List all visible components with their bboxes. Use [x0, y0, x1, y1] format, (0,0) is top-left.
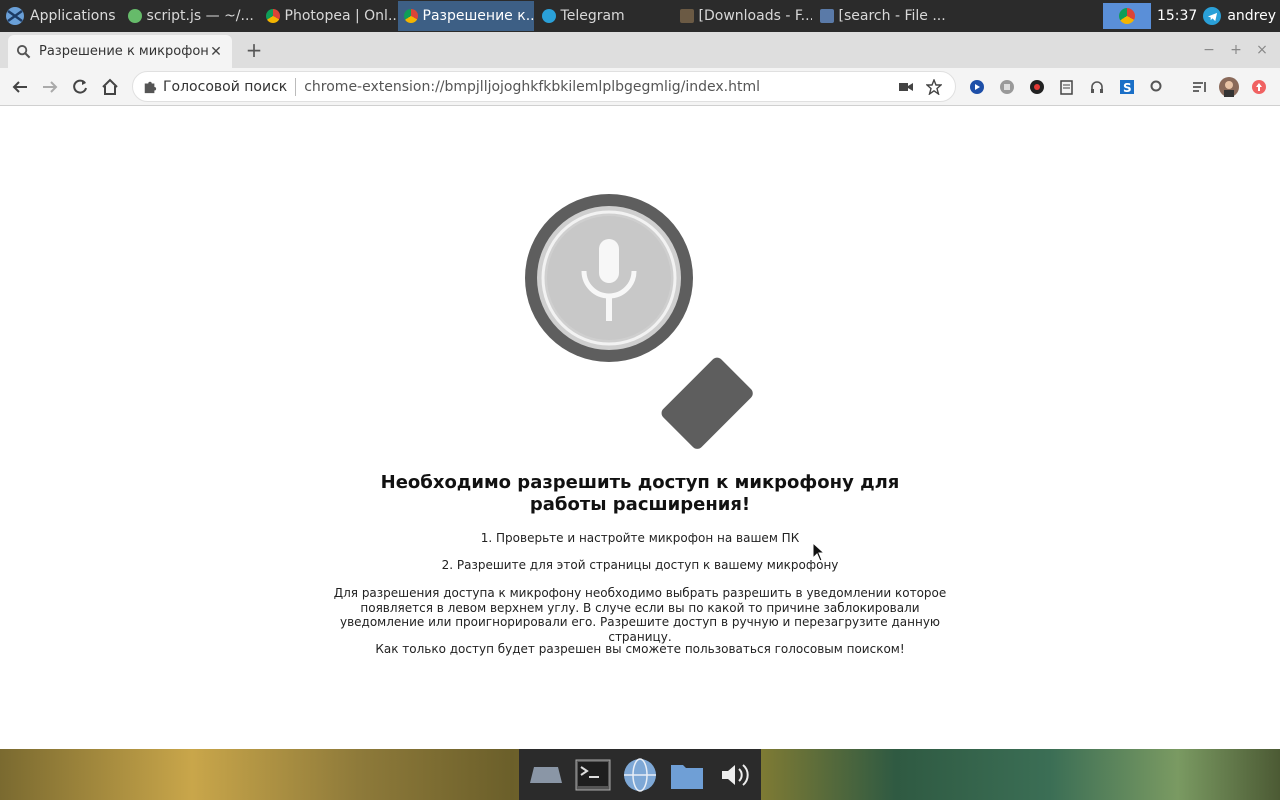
taskbar-item-mic-permission[interactable]: Разрешение к...: [397, 1, 534, 31]
dock: [519, 749, 761, 800]
extension-puzzle-icon: [144, 81, 157, 93]
taskbar-item-label: [search - File ...: [838, 8, 946, 24]
profile-avatar[interactable]: [1219, 77, 1239, 97]
taskbar-item-label: Разрешение к...: [422, 8, 534, 24]
telegram-tray-icon[interactable]: [1203, 7, 1222, 25]
page-heading: Необходимо разрешить доступ к микрофону …: [380, 472, 900, 515]
dock-show-desktop[interactable]: [526, 755, 566, 795]
dock-terminal[interactable]: [573, 755, 613, 795]
extension-search-on-icon[interactable]: [1147, 77, 1167, 97]
forward-arrow-icon: [43, 81, 58, 93]
folder-icon: [819, 9, 834, 23]
dock-files[interactable]: [667, 755, 707, 795]
bookmark-star-icon[interactable]: [923, 76, 945, 98]
applications-label: Applications: [30, 8, 116, 24]
close-window-button[interactable]: ×: [1252, 40, 1272, 60]
forward-button[interactable]: [38, 75, 62, 99]
maximize-button[interactable]: +: [1226, 40, 1246, 60]
chrome-icon: [403, 9, 418, 23]
step-1-text: 1. Проверьте и настройте микрофон на ваш…: [480, 531, 800, 545]
new-tab-button[interactable]: +: [244, 40, 264, 60]
home-button[interactable]: [98, 75, 122, 99]
search-icon: [16, 44, 31, 59]
xfce-logo-icon: [6, 7, 24, 25]
tray-chrome-button[interactable]: [1102, 3, 1151, 29]
taskbar-item-telegram[interactable]: Telegram: [536, 1, 672, 31]
panel-clock[interactable]: 15:37: [1157, 8, 1197, 24]
volume-icon: [721, 763, 749, 786]
extension-s-icon[interactable]: S: [1117, 77, 1137, 97]
reload-button[interactable]: [68, 75, 92, 99]
dock-volume[interactable]: [714, 755, 754, 795]
home-icon: [102, 78, 118, 95]
minimize-button[interactable]: −: [1199, 40, 1219, 60]
globe-icon: [623, 757, 656, 792]
media-controls-icon[interactable]: [1189, 77, 1209, 97]
show-desktop-icon: [530, 766, 563, 783]
extension-headphones-icon[interactable]: [1087, 77, 1107, 97]
reload-icon: [73, 79, 87, 94]
dock-browser[interactable]: [620, 755, 660, 795]
telegram-icon: [541, 9, 556, 23]
taskbar-item-label: Photopea | Onl...: [284, 8, 396, 24]
camera-blocked-icon[interactable]: [895, 76, 917, 98]
taskbar-item-photopea[interactable]: Photopea | Onl...: [260, 1, 396, 31]
omnibox-divider: [295, 77, 297, 96]
back-button[interactable]: [8, 75, 32, 99]
voice-search-logo: [525, 194, 757, 453]
taskbar-item-label: [Downloads - F...: [698, 8, 812, 24]
folder-icon: [679, 9, 694, 23]
taskbar-item-search[interactable]: [search - File ...: [814, 1, 950, 31]
applications-menu[interactable]: Applications: [0, 0, 122, 32]
tab-title: Разрешение к микрофону: [39, 44, 208, 59]
chrome-icon: [265, 9, 280, 23]
omnibox-url[interactable]: chrome-extension://bmpjlljojoghkfkbkilem…: [304, 79, 889, 95]
extension-notes-icon[interactable]: [1057, 77, 1077, 97]
taskbar-item-downloads[interactable]: [Downloads - F...: [674, 1, 812, 31]
omnibox-extension-name: Голосовой поиск: [163, 78, 288, 95]
taskbar-item-label: script.js — ~/...: [146, 8, 254, 24]
step-2-text: 2. Разрешите для этой страницы доступ к …: [441, 558, 839, 572]
mouse-cursor-icon: [812, 542, 826, 562]
chrome-icon: [1118, 8, 1135, 24]
extension-red-icon[interactable]: [1249, 77, 1269, 97]
tab-mic-permission[interactable]: Разрешение к микрофону ✕: [8, 35, 232, 68]
browser-toolbar: Голосовой поиск chrome-extension://bmpjl…: [0, 68, 1280, 167]
back-arrow-icon: [12, 81, 27, 93]
extension-music-icon[interactable]: [1027, 77, 1047, 97]
final-text: Как только доступ будет разрешен вы смож…: [375, 642, 905, 656]
extension-gray-icon[interactable]: [997, 77, 1017, 97]
page-content: Необходимо разрешить доступ к микрофону …: [0, 107, 1280, 749]
terminal-icon: [575, 759, 611, 790]
atom-icon: [127, 9, 142, 23]
tab-close-icon[interactable]: ✕: [208, 44, 224, 60]
taskbar-item-script-js[interactable]: script.js — ~/...: [122, 1, 258, 31]
folder-icon: [670, 764, 703, 789]
desktop-top-panel: Applications script.js — ~/... Photopea …: [0, 0, 1280, 32]
browser-tab-strip: Разрешение к микрофону ✕ + − + ×: [0, 32, 1280, 68]
explanation-text: Для разрешения доступа к микрофону необх…: [333, 586, 947, 644]
user-menu[interactable]: andrey: [1227, 8, 1276, 24]
extension-player-icon[interactable]: [967, 77, 987, 97]
svg-text:S: S: [1123, 81, 1132, 95]
taskbar-item-label: Telegram: [560, 8, 625, 24]
address-bar[interactable]: Голосовой поиск chrome-extension://bmpjl…: [132, 71, 956, 102]
